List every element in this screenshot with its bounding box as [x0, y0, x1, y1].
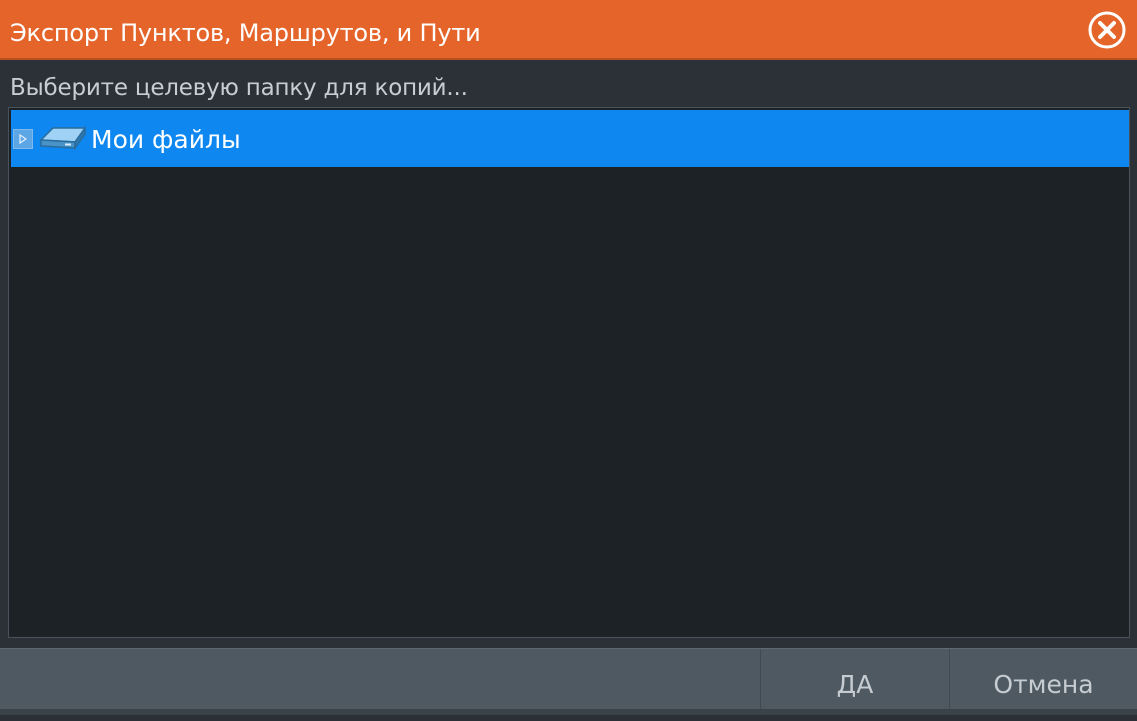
expand-arrow-icon — [19, 134, 27, 144]
drive-icon — [39, 125, 87, 151]
dialog-title: Экспорт Пунктов, Маршрутов, и Пути — [10, 19, 481, 47]
ok-button[interactable]: ДА — [760, 649, 949, 715]
export-dialog: Экспорт Пунктов, Маршрутов, и Пути Выбер… — [0, 0, 1137, 715]
footer-edge — [0, 709, 1137, 715]
tree-item-my-files[interactable]: Мои файлы — [11, 110, 1129, 167]
close-icon — [1088, 11, 1126, 49]
tree-item-label: Мои файлы — [91, 125, 241, 154]
cancel-button[interactable]: Отмена — [949, 649, 1137, 715]
folder-prompt: Выберите целевую папку для копий... — [10, 75, 468, 101]
dialog-footer: ДА Отмена — [0, 648, 1137, 715]
close-button[interactable] — [1087, 10, 1127, 50]
dialog-titlebar: Экспорт Пунктов, Маршрутов, и Пути — [0, 0, 1137, 60]
expand-toggle[interactable] — [13, 129, 33, 149]
folder-tree[interactable]: Мои файлы — [8, 107, 1130, 638]
